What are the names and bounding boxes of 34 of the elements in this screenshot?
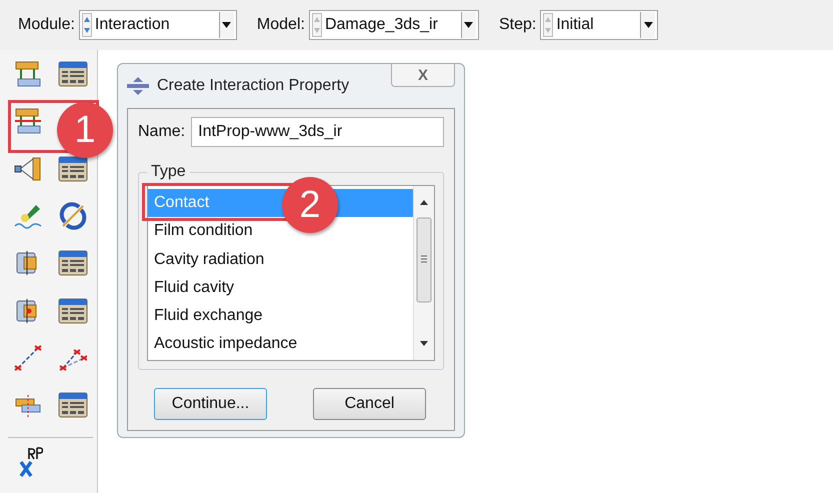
table-icon[interactable] [58, 61, 88, 87]
group-title: Type [150, 163, 187, 181]
list-item[interactable]: Cavity radiation [148, 246, 413, 274]
dropdown[interactable]: Interaction [78, 10, 237, 40]
dropdown[interactable]: Damage_3ds_ir [308, 10, 479, 40]
plates-cut-icon[interactable] [14, 107, 42, 136]
table-icon[interactable] [58, 298, 88, 324]
close-button[interactable]: X [391, 64, 455, 87]
plates-icon[interactable] [14, 60, 42, 88]
table-icon[interactable] [58, 392, 88, 418]
table-icon[interactable] [58, 250, 88, 276]
field-label: Step: [498, 16, 536, 34]
continue-button[interactable]: Continue... [154, 388, 267, 420]
spinner-icon[interactable] [82, 13, 92, 37]
caret-icon [464, 22, 474, 28]
list-item[interactable]: Fluid cavity [148, 274, 413, 302]
name-label: Name: [138, 123, 186, 141]
cancel-button[interactable]: Cancel [313, 388, 426, 420]
dropdown[interactable]: Initial [540, 10, 658, 40]
caret-icon [644, 22, 653, 28]
connector-icon[interactable] [14, 154, 42, 183]
caret-icon [222, 22, 232, 28]
scrollbar[interactable] [413, 186, 434, 360]
table-icon[interactable] [58, 156, 88, 182]
app-icon [127, 77, 149, 95]
list-item[interactable]: Fluid exchange [148, 302, 413, 330]
dialog-title: Create Interaction Property [157, 77, 350, 95]
cycle-icon[interactable] [59, 202, 87, 230]
name-field[interactable]: IntProp-www_3ds_ir [191, 117, 444, 147]
wire-icon[interactable] [14, 344, 42, 372]
lamp-icon[interactable] [14, 202, 42, 230]
list-item[interactable]: Acoustic impedance [148, 330, 413, 359]
field-label: Module: [18, 16, 75, 34]
field-label: Model: [256, 16, 305, 34]
